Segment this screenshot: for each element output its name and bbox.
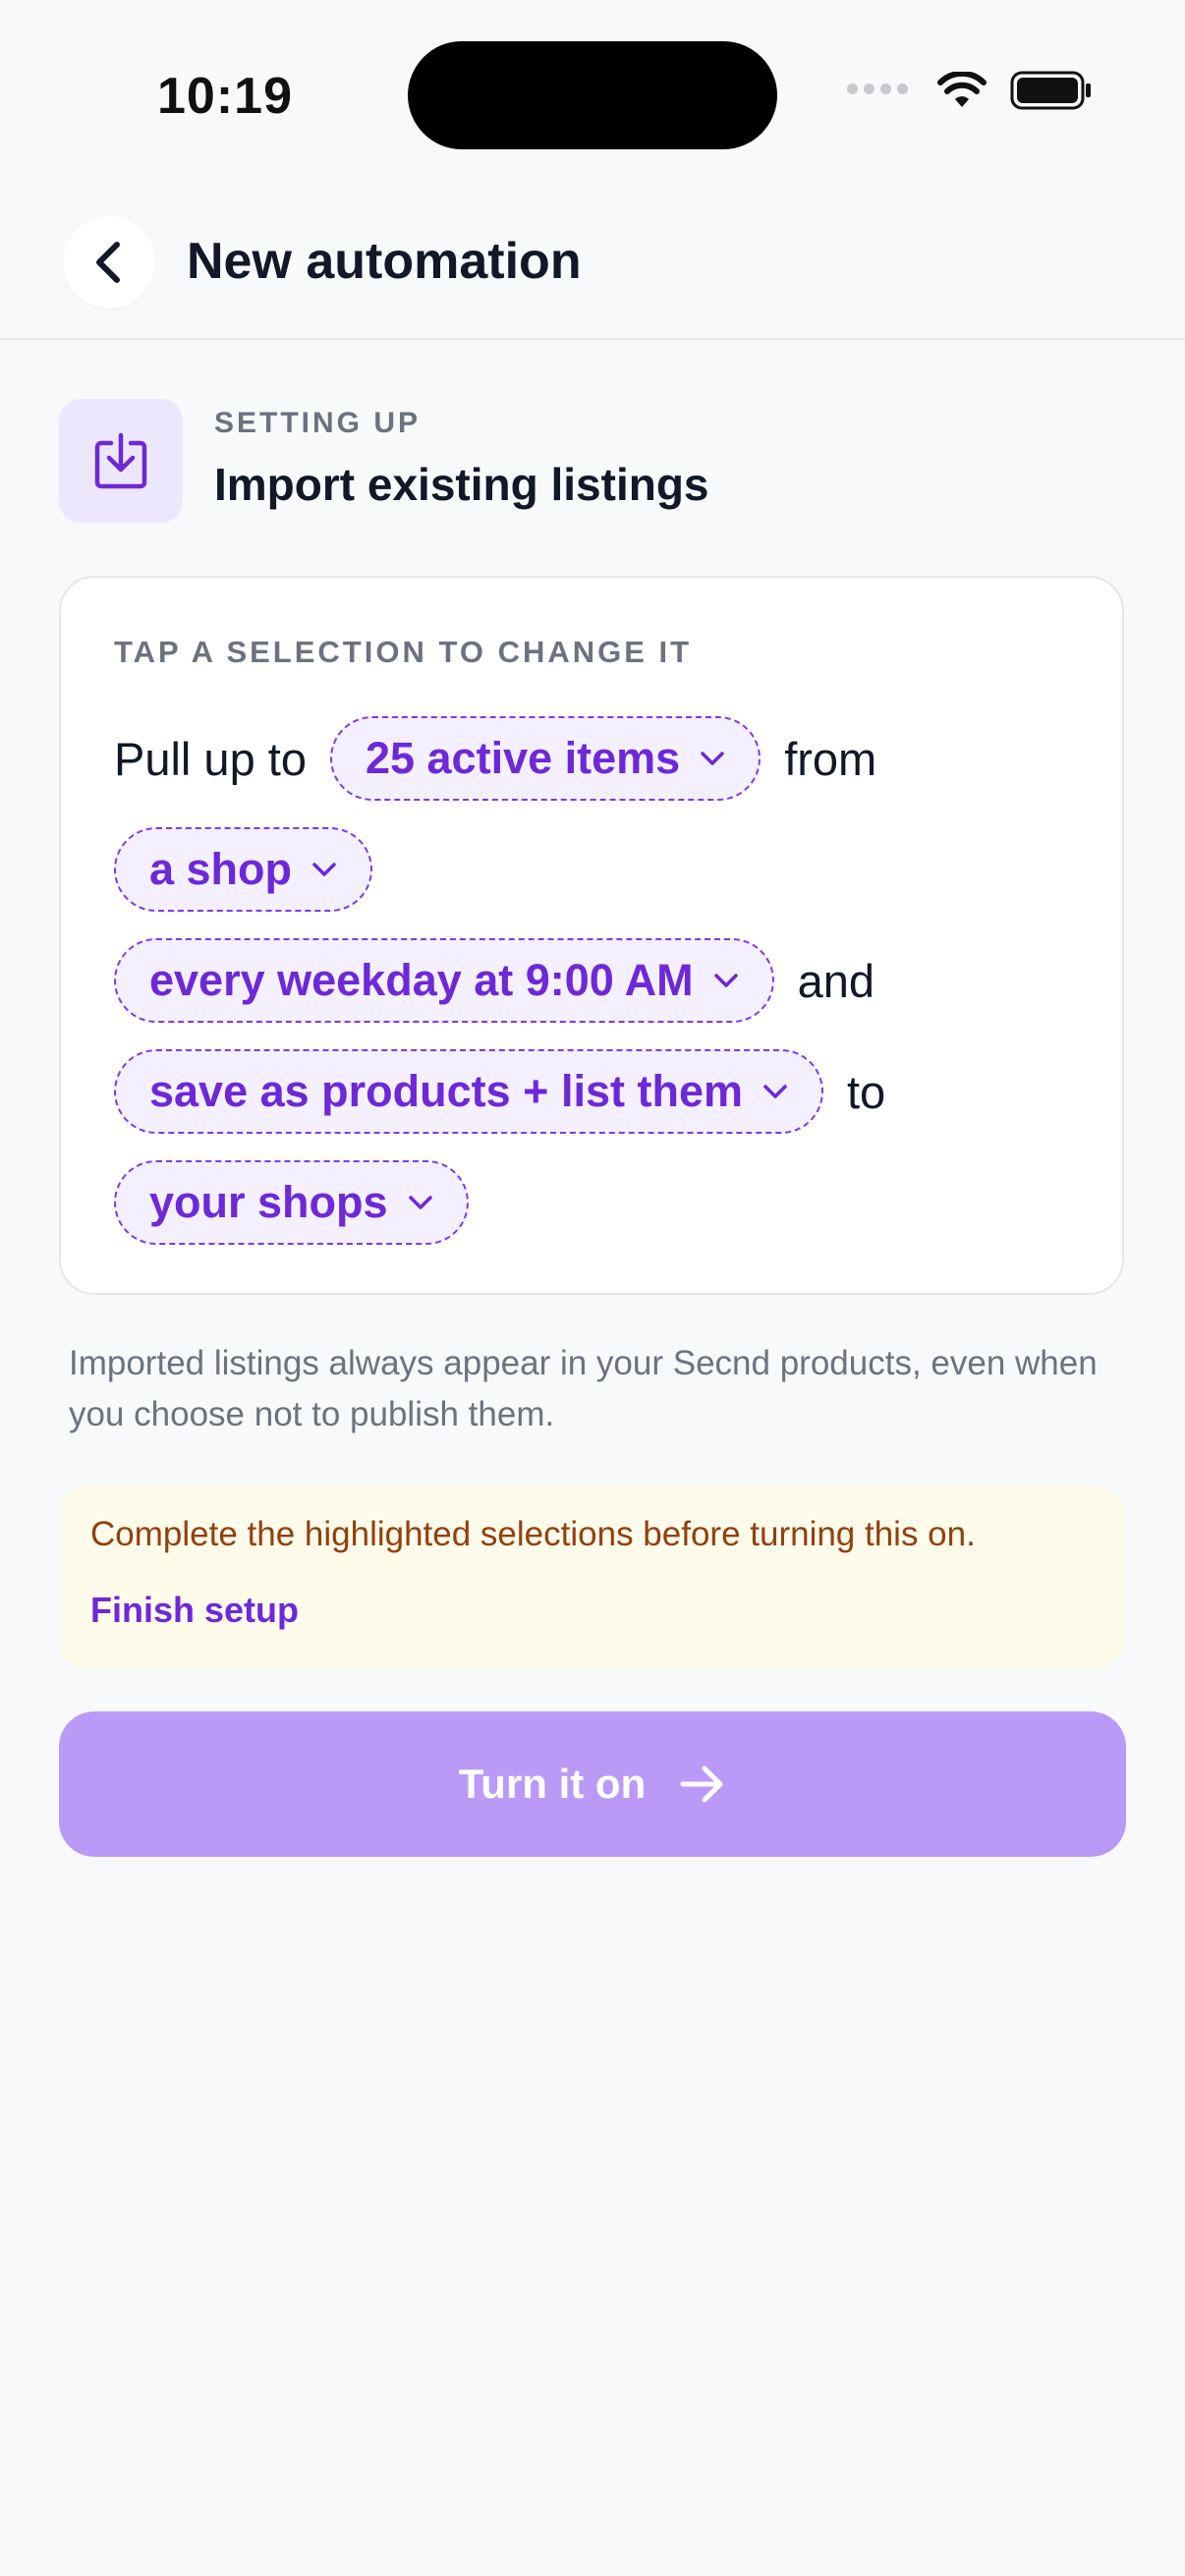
sentence-prefix: Pull up to <box>114 732 307 785</box>
sentence-from: from <box>784 732 877 785</box>
destination-chip[interactable]: your shops <box>114 1160 469 1245</box>
wifi-icon <box>937 72 987 107</box>
card-eyebrow: TAP A SELECTION TO CHANGE IT <box>114 635 693 669</box>
schedule-chip-label: every weekday at 9:00 AM <box>149 955 694 1005</box>
source-chip[interactable]: a shop <box>114 827 373 912</box>
turn-on-button[interactable]: Turn it on <box>59 1711 1126 1857</box>
back-button[interactable] <box>63 216 155 308</box>
sentence-builder-card: TAP A SELECTION TO CHANGE IT Pull up to … <box>59 576 1124 1295</box>
chevron-down-icon <box>763 1085 787 1098</box>
action-chip[interactable]: save as products + list them <box>114 1049 823 1134</box>
sentence-line-1: Pull up to 25 active items from <box>114 713 876 804</box>
sentence-line-5: your shops <box>114 1157 469 1248</box>
quantity-chip-label: 25 active items <box>365 733 681 783</box>
schedule-chip[interactable]: every weekday at 9:00 AM <box>114 938 774 1023</box>
chevron-down-icon <box>312 863 336 876</box>
nav-header: New automation <box>0 187 1185 340</box>
page-title: New automation <box>187 233 582 290</box>
cellular-signal-icon <box>847 82 914 99</box>
warning-banner: Complete the highlighted selections befo… <box>59 1485 1124 1668</box>
setup-icon-tile <box>59 399 183 523</box>
destination-chip-label: your shops <box>149 1177 388 1227</box>
helper-note: Imported listings always appear in your … <box>69 1344 1098 1433</box>
turn-on-button-label: Turn it on <box>458 1761 647 1807</box>
dynamic-island <box>408 41 777 149</box>
chevron-left-icon <box>96 242 120 283</box>
quantity-chip[interactable]: 25 active items <box>329 716 762 801</box>
status-icons <box>847 71 1093 110</box>
finish-setup-link[interactable]: Finish setup <box>90 1590 299 1631</box>
setup-summary: SETTING UP Import existing listings <box>59 399 1130 527</box>
status-bar: 10:19 <box>0 0 1185 187</box>
source-chip-label: a shop <box>149 844 293 894</box>
sentence-to: to <box>846 1065 886 1118</box>
sentence-line-3: every weekday at 9:00 AM and <box>114 935 875 1026</box>
setup-eyebrow: SETTING UP <box>214 407 422 439</box>
download-tray-icon <box>94 432 147 489</box>
warning-text: Complete the highlighted selections befo… <box>90 1515 976 1553</box>
sentence-line-2: a shop <box>114 824 373 915</box>
sentence-and: and <box>797 954 875 1007</box>
chevron-down-icon <box>713 974 738 987</box>
arrow-right-icon <box>680 1765 723 1803</box>
battery-icon <box>1010 71 1091 110</box>
status-time: 10:19 <box>157 68 293 125</box>
sentence-line-4: save as products + list them to <box>114 1046 885 1137</box>
chevron-down-icon <box>701 752 724 765</box>
action-chip-label: save as products + list them <box>149 1066 743 1116</box>
chevron-down-icon <box>408 1196 432 1209</box>
automation-type-title: Import existing listings <box>214 459 709 510</box>
